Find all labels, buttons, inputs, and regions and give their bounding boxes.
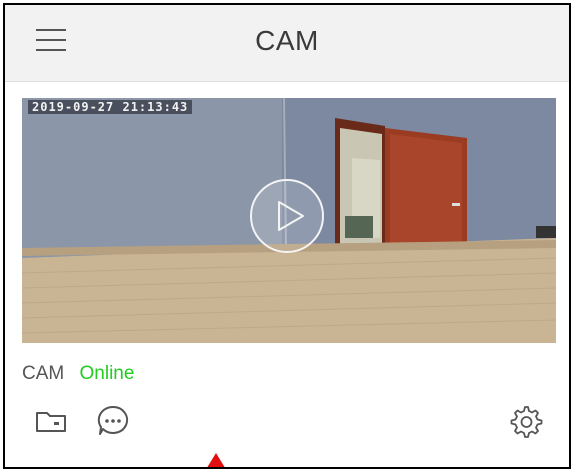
video-timestamp: 2019-09-27 21:13:43: [28, 100, 193, 114]
page-title: CAM: [255, 25, 319, 56]
camera-status-row: CAM Online: [22, 363, 134, 385]
app-frame: CAM 2019-09-27 21:13:43 CAM Online: [3, 3, 571, 469]
app-bar: CAM: [5, 5, 569, 82]
play-icon[interactable]: [249, 178, 325, 254]
status-badge: Online: [79, 363, 135, 384]
folder-icon[interactable]: [31, 401, 71, 441]
pointer-arrow: [205, 453, 227, 467]
camera-name: CAM: [22, 363, 65, 384]
message-icon[interactable]: [93, 401, 133, 441]
gear-icon[interactable]: [505, 401, 545, 441]
camera-preview[interactable]: 2019-09-27 21:13:43: [22, 98, 556, 343]
